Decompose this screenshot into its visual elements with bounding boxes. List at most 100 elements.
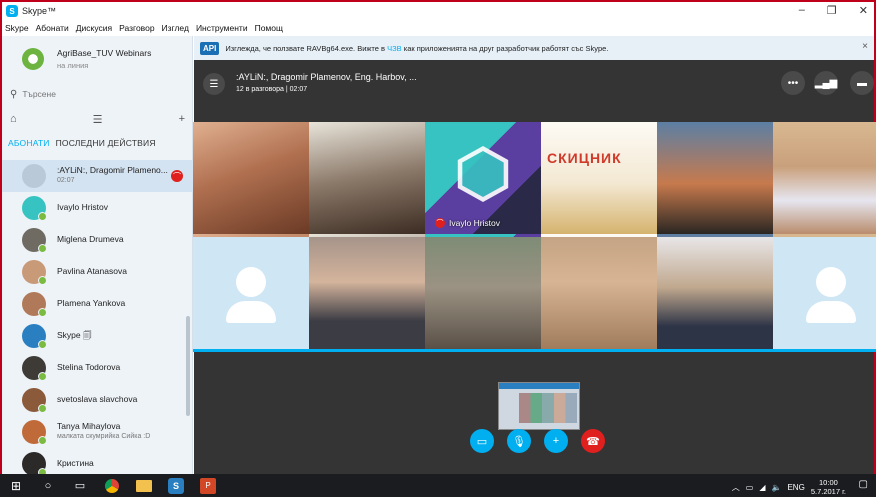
skype-logo-icon: S <box>6 5 18 17</box>
search-icon[interactable]: ○ <box>32 480 64 492</box>
tile-label: ⌒ Ivaylo Hristov <box>435 218 500 228</box>
user-placeholder-body <box>226 301 276 323</box>
wifi-icon[interactable]: ◢ <box>759 483 765 492</box>
video-tile[interactable]: ⌒ Ivaylo Hristov <box>425 122 541 237</box>
contact-item[interactable]: Stelina Todorova <box>2 352 193 384</box>
system-tray: ︿ ▭ ◢ 🔈 ENG 10:00 5.7.2017 г. <box>732 478 846 496</box>
contacts-list-icon[interactable]: ☰ <box>93 113 103 126</box>
call-header: ☰ :AYLiN:, Dragomir Plamenov, Eng. Harbo… <box>194 60 874 112</box>
call-title: :AYLiN:, Dragomir Plamenov, Eng. Harbov,… <box>236 72 417 82</box>
home-icon[interactable]: ⌂ <box>10 113 17 125</box>
user-placeholder-icon <box>816 267 846 297</box>
profile-status: на линия <box>57 61 89 70</box>
add-icon[interactable]: + <box>179 113 185 125</box>
video-tile-placeholder[interactable] <box>773 237 876 352</box>
menu-contacts[interactable]: Абонати <box>36 23 69 33</box>
contact-name: Miglena Drumeva <box>57 234 124 244</box>
video-tile[interactable] <box>309 237 425 352</box>
minimize-icon[interactable]: – <box>799 4 805 17</box>
powerpoint-icon[interactable]: P <box>200 477 216 494</box>
chat-icon[interactable]: ▬ <box>850 71 874 95</box>
video-tile[interactable]: СКИЦНИК <box>541 122 657 237</box>
skype-taskbar-icon[interactable]: S <box>168 477 184 494</box>
online-status-icon <box>38 308 47 317</box>
profile-name: AgriBase_TUV Webinars <box>57 48 152 58</box>
end-call-icon[interactable]: ⌒ <box>171 170 183 182</box>
sidebar-scrollbar[interactable] <box>186 316 190 416</box>
close-icon[interactable]: ✕ <box>859 4 868 17</box>
windows-start-icon[interactable]: ⊞ <box>0 479 32 493</box>
end-call-icon: ⌒ <box>435 218 445 228</box>
maximize-icon[interactable]: ❐ <box>827 4 837 17</box>
title-bar: S Skype™ – ❐ ✕ <box>2 2 874 20</box>
participants-list-icon[interactable]: ☰ <box>203 73 225 95</box>
microphone-icon[interactable]: 🎙 <box>507 429 531 453</box>
close-notification-icon[interactable]: × <box>862 41 868 52</box>
add-participant-icon[interactable]: + <box>544 429 568 453</box>
contact-item[interactable]: Pavlina Atanasova <box>2 256 193 288</box>
online-status-icon <box>38 404 47 413</box>
contact-item[interactable]: Ivaylo Hristov <box>2 192 193 224</box>
api-badge: API <box>200 41 220 55</box>
group-avatar-icon <box>22 164 46 188</box>
online-status-icon <box>38 244 47 253</box>
menu-tools[interactable]: Инструменти <box>196 23 248 33</box>
profile[interactable]: AgriBase_TUV Webinars на линия <box>2 40 193 78</box>
contact-item[interactable]: Plamena Yankova <box>2 288 193 320</box>
contact-item[interactable]: Tanya Mihaylova малката скумрийка Сийка … <box>2 416 193 448</box>
faq-link[interactable]: ЧЗВ <box>387 44 402 53</box>
video-off-icon[interactable]: ▭ <box>470 429 494 453</box>
menu-view[interactable]: Изглед <box>162 23 189 33</box>
notification-text: Изглежда, че ползвате RAVBg64.exe. Вижте… <box>225 44 608 53</box>
tab-recent[interactable]: ПОСЛЕДНИ ДЕЙСТВИЯ <box>56 138 156 148</box>
clock[interactable]: 10:00 5.7.2017 г. <box>811 478 846 496</box>
hexagon-avatar-icon <box>457 146 509 202</box>
notification-text-after: как приложенията на друг разработчик раб… <box>403 43 609 53</box>
battery-icon[interactable]: ▭ <box>746 483 754 492</box>
hang-up-icon[interactable]: ☎ <box>581 429 605 453</box>
user-placeholder-icon <box>236 267 266 297</box>
video-tile[interactable] <box>657 122 773 237</box>
video-tile-placeholder[interactable] <box>193 237 309 352</box>
video-tile[interactable] <box>541 237 657 352</box>
more-options-icon[interactable]: ••• <box>781 71 805 95</box>
call-subtitle: 12 в разговора | 02:07 <box>236 86 308 93</box>
menu-skype[interactable]: Skype <box>5 23 29 33</box>
task-view-icon[interactable]: ▭ <box>64 479 96 492</box>
preview-titlebar <box>499 383 579 389</box>
user-placeholder-body <box>806 301 856 323</box>
show-hidden-icons-icon[interactable]: ︿ <box>732 482 740 493</box>
contact-name: Stelina Todorova <box>57 362 121 372</box>
video-tile[interactable] <box>425 237 541 352</box>
call-area: ☰ :AYLiN:, Dragomir Plamenov, Eng. Harbo… <box>193 60 876 474</box>
video-tile[interactable] <box>657 237 773 352</box>
file-explorer-icon[interactable] <box>136 479 152 492</box>
contact-sub: 02:07 <box>57 177 75 184</box>
volume-icon[interactable]: 🔈 <box>772 483 782 492</box>
video-tile[interactable] <box>773 122 876 237</box>
search-input[interactable] <box>22 89 173 99</box>
menu-conversation[interactable]: Дискусия <box>76 23 112 33</box>
contact-item[interactable]: Skype 🗐 <box>2 320 193 352</box>
contact-item[interactable]: :AYLiN:, Dragomir Plameno... 02:07 ⌒ <box>2 160 193 192</box>
language-indicator[interactable]: ENG <box>787 483 804 492</box>
preview-content <box>519 393 577 423</box>
tab-contacts[interactable]: АБОНАТИ <box>8 138 50 148</box>
taskbar: ⊞ ○ ▭ S P ︿ ▭ ◢ 🔈 ENG 10:00 5.7.2017 г. … <box>0 474 876 497</box>
video-tile[interactable] <box>309 122 425 237</box>
video-tile[interactable] <box>193 122 309 237</box>
contact-name: :AYLiN:, Dragomir Plameno... <box>57 165 168 175</box>
online-status-icon <box>38 436 47 445</box>
chrome-icon[interactable] <box>105 478 119 493</box>
tile-participant-name: Ivaylo Hristov <box>449 218 501 228</box>
menu-help[interactable]: Помощ <box>255 23 283 33</box>
notification-text-before: Изглежда, че ползвате RAVBg64.exe. Вижте… <box>225 43 386 53</box>
call-quality-icon[interactable]: ▂▄▆ <box>814 71 838 95</box>
contact-item[interactable]: svetoslava slavchova <box>2 384 193 416</box>
action-center-icon[interactable]: ▢ <box>859 479 868 490</box>
online-status-icon <box>38 276 47 285</box>
menu-call[interactable]: Разговор <box>119 23 154 33</box>
contact-item[interactable]: Miglena Drumeva <box>2 224 193 256</box>
self-video-preview[interactable] <box>498 382 580 430</box>
sidebar-tabs: АБОНАТИ ПОСЛЕДНИ ДЕЙСТВИЯ <box>8 138 156 148</box>
